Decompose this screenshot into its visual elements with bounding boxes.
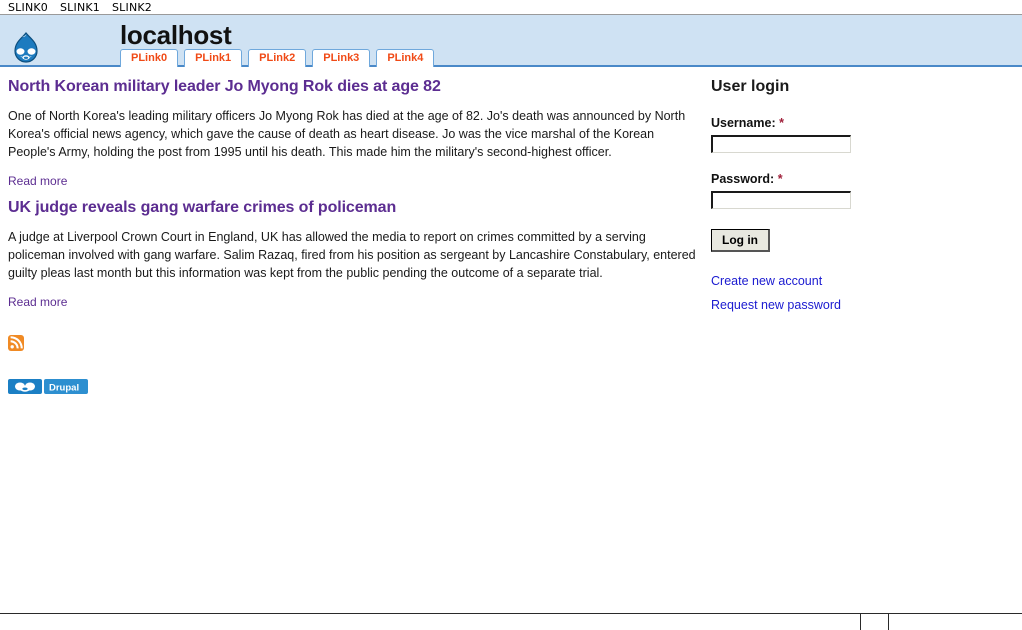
menu-item-slink1[interactable]: SLINK1 [54, 2, 106, 13]
read-more-link[interactable]: Read more [8, 174, 67, 188]
password-required-marker: * [777, 172, 783, 186]
tab-plink0[interactable]: PLink0 [120, 49, 179, 67]
svg-text:Drupal: Drupal [49, 382, 79, 393]
create-new-account-link[interactable]: Create new account [711, 274, 1001, 289]
menu-item-slink0[interactable]: SLINK0 [2, 2, 54, 13]
tab-plink1[interactable]: PLink1 [184, 49, 243, 67]
powered-by-drupal-badge[interactable]: Drupal [8, 379, 88, 394]
tab-plink2[interactable]: PLink2 [248, 49, 307, 67]
main-content-column: North Korean military leader Jo Myong Ro… [8, 67, 698, 397]
menu-item-slink2[interactable]: SLINK2 [106, 2, 158, 13]
node-title[interactable]: North Korean military leader Jo Myong Ro… [8, 77, 698, 97]
rss-feed-icon[interactable] [8, 335, 24, 351]
sidebar-right: User login Username: * Password: * Log i… [711, 67, 1001, 313]
primary-links-tabs: PLink0 PLink1 PLink2 PLink3 PLink4 [120, 49, 435, 67]
node-article: North Korean military leader Jo Myong Ro… [8, 77, 698, 188]
status-panel-main [0, 614, 861, 630]
site-title[interactable]: localhost [120, 20, 232, 50]
site-header: localhost PLink0 PLink1 PLink2 PLink3 PL… [0, 15, 1022, 67]
drupal-droplet-icon[interactable] [8, 31, 44, 67]
user-login-block-title: User login [711, 78, 790, 95]
password-label: Password: * [711, 172, 1001, 187]
password-label-text: Password: [711, 172, 775, 186]
node-article: UK judge reveals gang warfare crimes of … [8, 198, 698, 309]
status-panel-secondary [861, 614, 889, 630]
username-required-marker: * [779, 116, 784, 130]
node-body: A judge at Liverpool Crown Court in Engl… [8, 230, 696, 280]
log-in-button[interactable]: Log in [711, 229, 770, 252]
read-more-link[interactable]: Read more [8, 295, 67, 309]
node-title[interactable]: UK judge reveals gang warfare crimes of … [8, 198, 698, 218]
password-input[interactable] [711, 191, 851, 209]
username-input[interactable] [711, 135, 851, 153]
tab-plink4[interactable]: PLink4 [376, 49, 435, 67]
feed-row [8, 335, 698, 351]
status-panel-tertiary [889, 614, 1022, 630]
username-label: Username: * [711, 116, 1001, 131]
status-bar [0, 613, 1022, 630]
tab-plink3[interactable]: PLink3 [312, 49, 371, 67]
request-new-password-link[interactable]: Request new password [711, 298, 1001, 313]
node-body: One of North Korea's leading military of… [8, 109, 686, 159]
browser-menu-bar: SLINK0 SLINK1 SLINK2 [0, 0, 1022, 15]
username-label-text: Username: [711, 116, 776, 130]
